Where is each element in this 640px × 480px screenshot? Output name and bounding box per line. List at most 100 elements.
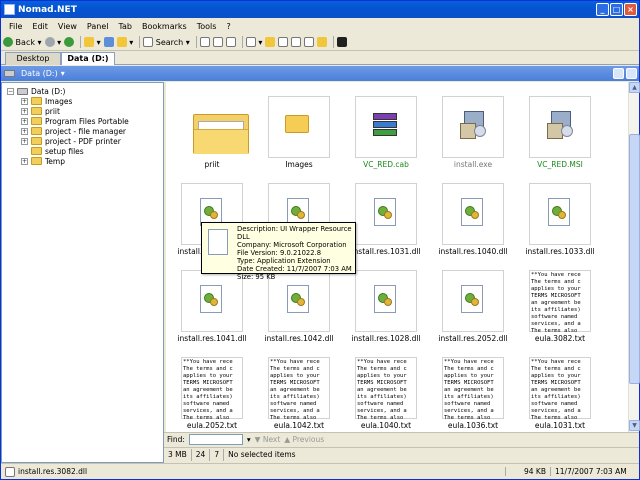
star-icon bbox=[84, 37, 95, 47]
toolbar: Back ▾ ▾ ▾ ▾ Search ▾ ▾ bbox=[1, 34, 639, 51]
go-button[interactable] bbox=[103, 36, 114, 49]
folder-up-icon bbox=[116, 37, 127, 47]
menu-file[interactable]: File bbox=[4, 22, 27, 31]
file-name: install.res.1031.dll bbox=[351, 247, 421, 256]
file-item[interactable]: install.res.1040.dll bbox=[431, 169, 515, 256]
menu-help[interactable]: ? bbox=[221, 22, 235, 31]
copy-button[interactable] bbox=[212, 36, 223, 49]
address-go-button[interactable] bbox=[626, 68, 637, 79]
tree-item-project-file-manager[interactable]: + project - file manager bbox=[21, 126, 126, 136]
file-item[interactable]: **You have rece The terms and c applies … bbox=[518, 256, 602, 343]
back-button[interactable]: Back ▾ bbox=[3, 36, 42, 49]
search-icon bbox=[143, 37, 154, 47]
expand-icon[interactable]: + bbox=[21, 107, 28, 115]
menu-tools[interactable]: Tools bbox=[192, 22, 222, 31]
tree-item-images[interactable]: + Images bbox=[21, 96, 72, 106]
new-file-icon bbox=[245, 37, 256, 47]
menu-edit[interactable]: Edit bbox=[27, 22, 53, 31]
cut-button[interactable] bbox=[199, 36, 210, 49]
scroll-thumb[interactable] bbox=[629, 134, 640, 384]
cut-icon bbox=[199, 37, 210, 47]
menu-view[interactable]: View bbox=[53, 22, 82, 31]
favorites-button[interactable]: ▾ bbox=[84, 36, 101, 49]
expand-icon[interactable]: + bbox=[21, 97, 28, 105]
setup-icon bbox=[547, 111, 575, 141]
find-next-label: Next bbox=[262, 435, 281, 444]
forward-button[interactable]: ▾ bbox=[44, 36, 61, 49]
app-icon bbox=[4, 4, 15, 15]
minimize-button[interactable]: _ bbox=[596, 3, 609, 16]
find-next-button[interactable]: ▼ Next bbox=[255, 435, 281, 444]
file-item[interactable]: install.res.2052.dll bbox=[431, 256, 515, 343]
maximize-button[interactable]: □ bbox=[610, 3, 623, 16]
compare-button[interactable] bbox=[291, 36, 302, 49]
tree-item-setup-files[interactable]: setup files bbox=[31, 146, 84, 156]
file-item[interactable]: priit bbox=[170, 82, 254, 169]
dll-icon bbox=[374, 285, 396, 313]
tree-root[interactable]: − Data (D:) bbox=[7, 86, 65, 96]
refresh-button[interactable] bbox=[64, 36, 75, 49]
tree-item-project-pdf-printer[interactable]: + project - PDF printer bbox=[21, 136, 121, 146]
tab-desktop[interactable]: Desktop bbox=[5, 52, 61, 65]
address-path: Data (D:) bbox=[21, 69, 58, 78]
paste-button[interactable] bbox=[225, 36, 236, 49]
file-item[interactable]: install.res.1028.dll bbox=[344, 256, 428, 343]
file-item[interactable]: **You have rece The terms and c applies … bbox=[257, 343, 341, 430]
folder-tree[interactable]: − Data (D:) + Images + priit + Program Files… bbox=[1, 82, 164, 463]
drive-icon bbox=[4, 70, 15, 77]
expand-icon[interactable]: + bbox=[21, 157, 28, 165]
menu-bookmarks[interactable]: Bookmarks bbox=[137, 22, 192, 31]
tree-item-program-files-portable[interactable]: + Program Files Portable bbox=[21, 116, 129, 126]
file-item[interactable]: **You have rece The terms and c applies … bbox=[518, 343, 602, 430]
search-button[interactable]: Search ▾ bbox=[143, 36, 190, 49]
properties-button[interactable] bbox=[278, 36, 289, 49]
console-button[interactable] bbox=[337, 36, 348, 49]
tree-item-priit[interactable]: + priit bbox=[21, 106, 60, 116]
vertical-scrollbar[interactable]: ▲ ▼ bbox=[628, 82, 640, 432]
main-window: Nomad.NET _ □ × File Edit View Panel Tab… bbox=[0, 0, 640, 480]
tools-button[interactable] bbox=[317, 36, 328, 49]
address-bar[interactable]: Data (D:) ▾ bbox=[1, 66, 639, 81]
file-item[interactable]: install.exe bbox=[431, 82, 515, 169]
new-button[interactable]: ▾ bbox=[245, 36, 262, 49]
file-item[interactable]: VC_RED.MSI bbox=[518, 82, 602, 169]
drive-icon bbox=[17, 87, 28, 95]
find-previous-button[interactable]: ▲ Previous bbox=[284, 435, 324, 444]
panel-status-bar: 3 MB 24 7 No selected items bbox=[164, 447, 639, 461]
menu-tab[interactable]: Tab bbox=[113, 22, 137, 31]
file-item[interactable]: VC_RED.cab bbox=[344, 82, 428, 169]
file-item[interactable]: install.res.1033.dll bbox=[518, 169, 602, 256]
go-icon bbox=[103, 37, 114, 47]
file-item[interactable]: install.res.1031.dll bbox=[344, 169, 428, 256]
archive-icon bbox=[373, 113, 399, 139]
expand-icon[interactable]: + bbox=[21, 137, 28, 145]
folder-up-button[interactable]: ▾ bbox=[116, 36, 133, 49]
tree-item-temp[interactable]: + Temp bbox=[21, 156, 65, 166]
scroll-down-icon[interactable]: ▼ bbox=[629, 420, 640, 431]
title-bar[interactable]: Nomad.NET _ □ × bbox=[1, 1, 639, 18]
address-dropdown-icon[interactable]: ▾ bbox=[61, 69, 65, 78]
new-folder-button[interactable] bbox=[265, 36, 276, 49]
file-item[interactable]: **You have rece The terms and c applies … bbox=[170, 343, 254, 430]
tooltip-company: Company: Microsoft Corporation bbox=[237, 241, 347, 249]
file-item[interactable]: **You have rece The terms and c applies … bbox=[431, 343, 515, 430]
address-menu-button[interactable] bbox=[613, 68, 624, 79]
file-item[interactable]: **You have rece The terms and c applies … bbox=[344, 343, 428, 430]
file-name: eula.2052.txt bbox=[186, 421, 238, 430]
tab-data-d[interactable]: Data (D:) bbox=[61, 52, 115, 65]
scroll-up-icon[interactable]: ▲ bbox=[629, 82, 640, 93]
tree-item-label: Temp bbox=[45, 156, 65, 166]
folder-icon bbox=[31, 137, 42, 145]
find-dropdown-icon[interactable]: ▾ bbox=[247, 435, 251, 444]
pack-button[interactable] bbox=[304, 36, 315, 49]
collapse-icon[interactable]: − bbox=[7, 87, 14, 95]
file-item[interactable]: Images bbox=[257, 82, 341, 169]
file-name: install.res.1041.dll bbox=[177, 334, 247, 343]
tree-item-label: project - PDF printer bbox=[45, 136, 121, 146]
close-button[interactable]: × bbox=[624, 3, 637, 16]
menu-panel[interactable]: Panel bbox=[82, 22, 114, 31]
status-file-name: install.res.3082.dll bbox=[18, 467, 88, 476]
expand-icon[interactable]: + bbox=[21, 117, 28, 125]
find-input[interactable] bbox=[188, 434, 243, 445]
expand-icon[interactable]: + bbox=[21, 127, 28, 135]
